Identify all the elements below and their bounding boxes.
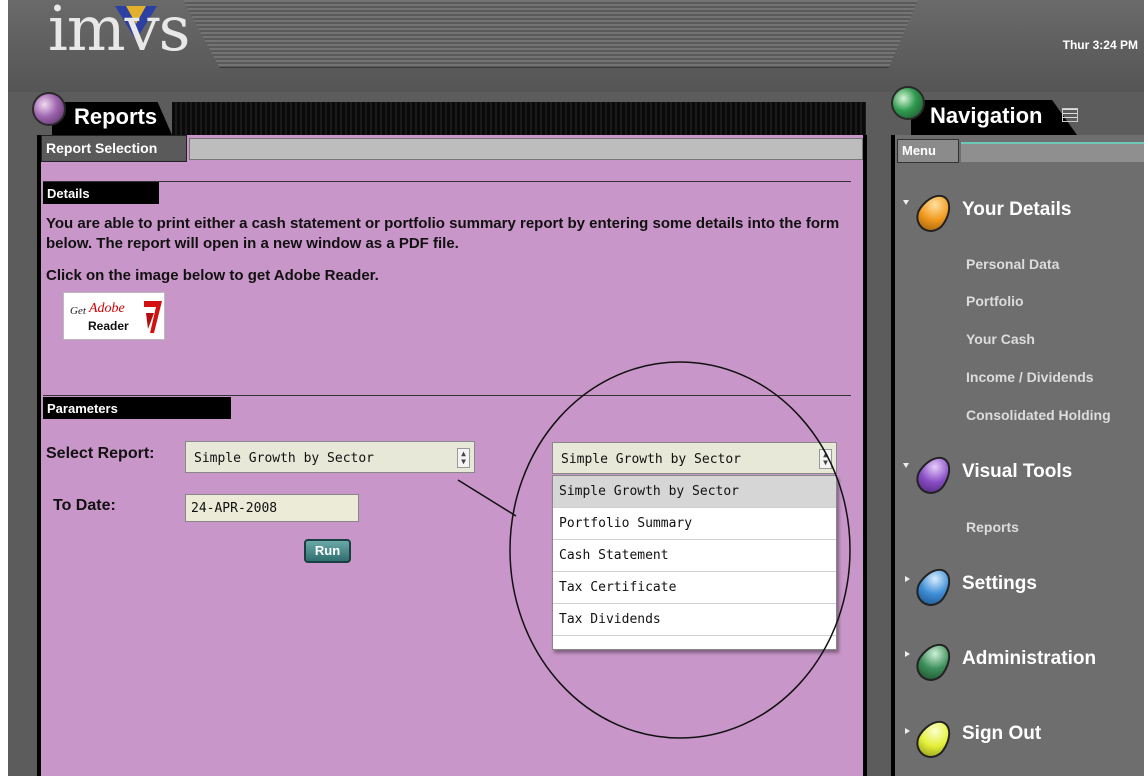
select-report-label: Select Report: <box>46 445 155 462</box>
expanded-arrow-icon[interactable] <box>903 200 909 205</box>
blue-gem-icon <box>910 562 958 612</box>
nav-item-consolidated-holding[interactable]: Consolidated Holding <box>966 407 1111 423</box>
nav-item-portfolio[interactable]: Portfolio <box>966 293 1024 309</box>
adobe-reader-text-label: Reader <box>88 319 129 333</box>
header-stripe-decoration <box>183 0 918 68</box>
select-report-value: Simple Growth by Sector <box>194 451 375 466</box>
get-adobe-reader-button[interactable]: Get Adobe Reader <box>63 292 165 340</box>
nav-group-your-details[interactable]: Your Details <box>962 199 1071 221</box>
menu-list-icon[interactable] <box>1062 108 1078 122</box>
run-button[interactable]: Run <box>304 539 351 563</box>
app-frame: imvs Thur 3:24 PM Reports Report Selecti… <box>0 0 1148 776</box>
dropdown-option[interactable]: Simple Growth by Sector <box>553 476 836 508</box>
details-text: You are able to print either a cash stat… <box>46 215 840 252</box>
details-rule <box>43 181 851 182</box>
parameters-rule <box>43 395 851 396</box>
to-date-input[interactable]: 24-APR-2008 <box>185 494 359 522</box>
collapsed-arrow-icon[interactable] <box>905 728 910 734</box>
nav-item-income-dividends[interactable]: Income / Dividends <box>966 369 1094 385</box>
dropdown-option[interactable]: Portfolio Summary <box>553 508 836 540</box>
clock: Thur 3:24 PM <box>1062 38 1138 52</box>
details-label: Details <box>43 182 159 204</box>
navigation-title: Navigation <box>930 103 1043 128</box>
yellow-gem-icon <box>910 714 958 764</box>
reports-panel: Report Selection Details You are able to… <box>37 135 867 776</box>
reports-orb-icon <box>32 92 66 126</box>
select-arrows-icon: ▲ ▼ <box>457 448 470 468</box>
nav-item-personal-data[interactable]: Personal Data <box>966 256 1059 272</box>
purple-gem-icon <box>910 450 958 500</box>
nav-group-settings[interactable]: Settings <box>962 573 1037 595</box>
orange-gem-icon <box>910 188 958 238</box>
adobe-reader-text: Click on the image below to get Adobe Re… <box>46 267 379 284</box>
expanded-arrow-icon[interactable] <box>903 463 909 468</box>
navigation-panel: Menu Your Details Personal Data Portfoli… <box>891 135 1148 776</box>
nav-group-administration[interactable]: Administration <box>962 648 1096 670</box>
nav-item-your-cash[interactable]: Your Cash <box>966 331 1035 347</box>
adobe-get-text: Get <box>70 305 86 317</box>
zoomed-select-arrows-icon: ▲ ▼ <box>819 449 832 469</box>
collapsed-arrow-icon[interactable] <box>905 651 910 657</box>
dropdown-option[interactable]: Tax Certificate <box>553 572 836 604</box>
nav-group-visual-tools[interactable]: Visual Tools <box>962 461 1072 483</box>
to-date-label: To Date: <box>53 497 116 514</box>
tab-report-selection[interactable]: Report Selection <box>41 135 187 162</box>
nav-item-reports[interactable]: Reports <box>966 519 1019 535</box>
navigation-orb-icon <box>891 86 925 120</box>
tab-menu[interactable]: Menu <box>897 139 959 163</box>
dropdown-option[interactable]: Tax Dividends <box>553 604 836 636</box>
zoomed-select-report-dropdown[interactable]: Simple Growth by Sector ▲ ▼ <box>552 442 837 474</box>
adobe-swoosh-icon <box>144 301 162 333</box>
app-header: imvs Thur 3:24 PM <box>8 0 1144 92</box>
adobe-brand-text: Adobe <box>89 301 125 316</box>
menu-bar <box>961 142 1148 162</box>
dropdown-option[interactable]: Cash Statement <box>553 540 836 572</box>
nav-group-sign-out[interactable]: Sign Out <box>962 723 1041 745</box>
green-gem-icon <box>910 637 958 687</box>
reports-title: Reports <box>74 104 158 129</box>
report-selection-bar <box>189 138 863 160</box>
zoomed-select-value: Simple Growth by Sector <box>561 452 742 467</box>
logo-text: imvs <box>48 0 190 65</box>
dropdown-options-list: Simple Growth by Sector Portfolio Summar… <box>552 475 837 650</box>
reports-header-bar <box>172 102 866 135</box>
imvs-logo[interactable]: imvs <box>48 0 190 86</box>
collapsed-arrow-icon[interactable] <box>905 576 910 582</box>
select-report-dropdown[interactable]: Simple Growth by Sector ▲ ▼ <box>185 441 475 473</box>
parameters-label: Parameters <box>43 397 231 419</box>
